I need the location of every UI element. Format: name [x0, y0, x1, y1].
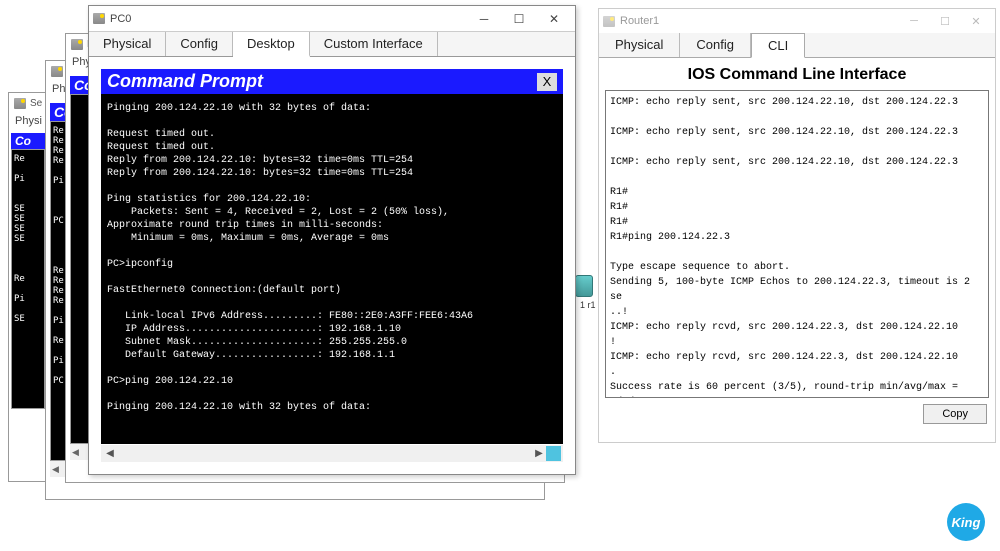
tab-desktop[interactable]: Desktop: [233, 32, 310, 57]
scroll-left-icon[interactable]: ◀: [103, 448, 117, 459]
pc0-window: PC0 ─ ☐ ✕ Physical Config Desktop Custom…: [88, 5, 576, 475]
king-logo: King: [947, 503, 985, 541]
tab-cli[interactable]: CLI: [751, 33, 805, 58]
device-label: 1 r1: [580, 300, 596, 310]
tab-custom-interface[interactable]: Custom Interface: [310, 32, 438, 56]
maximize-button[interactable]: ☐: [502, 9, 536, 29]
bg-stub: Re: [14, 154, 42, 164]
app-icon: [603, 16, 615, 27]
app-icon: [93, 13, 105, 24]
command-prompt-header: Command Prompt X: [101, 69, 563, 94]
close-icon[interactable]: X: [537, 73, 557, 91]
app-icon: [14, 98, 26, 109]
cli-output[interactable]: ICMP: echo reply sent, src 200.124.22.10…: [605, 90, 989, 398]
bg-stub: SE: [14, 234, 42, 244]
bg-title: Se: [30, 98, 42, 109]
bg-cmd-title: Co: [15, 134, 31, 148]
tab-physical[interactable]: Physical: [599, 33, 680, 57]
titlebar[interactable]: PC0 ─ ☐ ✕: [89, 6, 575, 32]
cli-heading: IOS Command Line Interface: [599, 58, 995, 90]
bg-tab: Physi: [9, 113, 47, 129]
app-icon: [71, 39, 83, 50]
minimize-button[interactable]: ─: [467, 9, 501, 29]
scroll-left-icon[interactable]: ◀: [52, 464, 59, 475]
tab-physical[interactable]: Physical: [89, 32, 166, 56]
scroll-thumb[interactable]: [546, 446, 561, 461]
scroll-left-icon[interactable]: ◀: [72, 447, 79, 458]
device-icon: [575, 275, 593, 297]
bg-stub: Pi: [14, 294, 42, 304]
router1-window: Router1 ─ ☐ ✕ Physical Config CLI IOS Co…: [598, 8, 996, 443]
copy-button[interactable]: Copy: [923, 404, 987, 424]
router1-tabs: Physical Config CLI: [599, 33, 995, 58]
tab-config[interactable]: Config: [680, 33, 751, 57]
maximize-button[interactable]: ☐: [930, 12, 960, 30]
bg-window-se: Se Physi Co Re Pi SE SE SE SE Re Pi SE: [8, 92, 48, 482]
command-prompt-terminal[interactable]: Pinging 200.124.22.10 with 32 bytes of d…: [101, 94, 563, 444]
scroll-right-icon[interactable]: ▶: [532, 448, 546, 459]
minimize-button[interactable]: ─: [899, 12, 929, 30]
bg-stub: Pi: [14, 174, 42, 184]
bg-stub: Re: [14, 274, 42, 284]
bg-stub: SE: [14, 204, 42, 214]
bg-stub: SE: [14, 214, 42, 224]
pc0-tabs: Physical Config Desktop Custom Interface: [89, 32, 575, 57]
app-icon: [51, 66, 63, 77]
close-button[interactable]: ✕: [537, 9, 571, 29]
window-title: Router1: [620, 15, 659, 27]
bg-stub: SE: [14, 314, 42, 324]
bg-stub: SE: [14, 224, 42, 234]
close-button[interactable]: ✕: [961, 12, 991, 30]
titlebar[interactable]: Router1 ─ ☐ ✕: [599, 9, 995, 33]
window-title: PC0: [110, 13, 131, 25]
horizontal-scrollbar[interactable]: ◀ ▶: [101, 445, 563, 462]
tab-config[interactable]: Config: [166, 32, 233, 56]
command-prompt-title: Command Prompt: [107, 71, 263, 92]
